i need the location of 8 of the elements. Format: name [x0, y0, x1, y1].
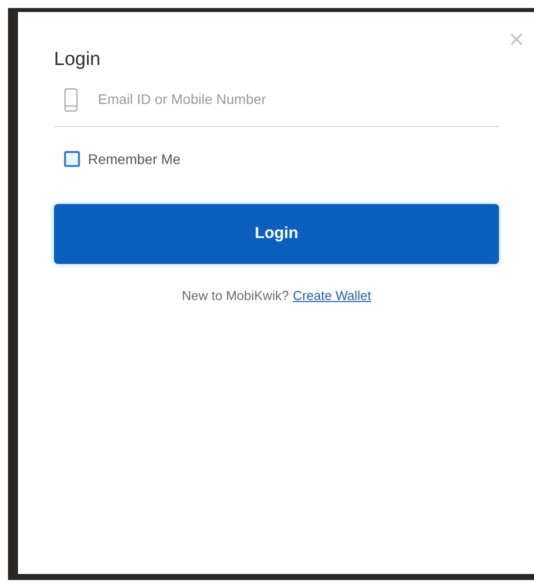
- dialog-title: Login: [54, 48, 102, 72]
- login-input-field[interactable]: Email ID or Mobile Number: [98, 89, 499, 110]
- signup-prompt: New to MobiKwik?: [182, 286, 289, 305]
- create-wallet-link[interactable]: Create Wallet: [292, 286, 372, 306]
- mobile-phone-icon: [64, 88, 78, 112]
- remember-me-label: Remember Me: [88, 150, 181, 169]
- remember-me-checkbox[interactable]: [64, 151, 80, 168]
- login-button[interactable]: Login: [54, 204, 499, 264]
